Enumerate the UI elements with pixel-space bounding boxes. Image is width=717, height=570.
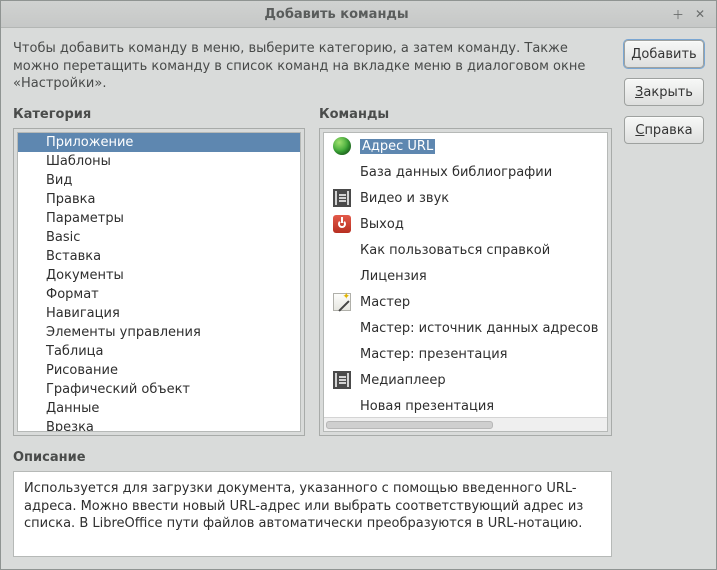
category-item-label: Графический объект (46, 382, 190, 397)
side-buttons: Добавить Закрыть Справка (624, 40, 704, 557)
commands-label: Команды (319, 107, 612, 122)
category-item-label: Basic (46, 230, 80, 245)
category-item-label: Вид (46, 173, 72, 188)
commands-list[interactable]: Адрес URL База данных библиографии Видео и… (323, 132, 608, 432)
lists-row: Категория Приложение Шаблоны Вид Правка Пара… (13, 107, 612, 436)
wand-icon (332, 292, 352, 312)
commands-column: Команды Адрес URL База данных библиографи… (319, 107, 612, 436)
category-item-label: Навигация (46, 306, 120, 321)
command-item-label: Новая презентация (360, 399, 494, 414)
add-button[interactable]: Добавить (624, 40, 704, 68)
category-item-label: Формат (46, 287, 99, 302)
category-item[interactable]: Рисование (18, 361, 300, 380)
add-button-label: Добавить (631, 47, 696, 62)
command-item[interactable]: Как пользоваться справкой (324, 237, 607, 263)
help-button[interactable]: Справка (624, 116, 704, 144)
category-item[interactable]: Формат (18, 285, 300, 304)
category-item[interactable]: Данные (18, 399, 300, 418)
description-text: Используется для загрузки документа, ука… (13, 471, 612, 557)
close-button-label: Закрыть (635, 85, 693, 100)
category-item-label: Данные (46, 401, 99, 416)
category-item[interactable]: Графический объект (18, 380, 300, 399)
category-item-label: Вставка (46, 249, 101, 264)
commands-frame: Адрес URL База данных библиографии Видео и… (319, 128, 612, 436)
category-item[interactable]: Правка (18, 190, 300, 209)
help-button-label: Справка (635, 123, 692, 138)
dialog-body: Чтобы добавить команду в меню, выберите … (1, 28, 716, 569)
command-item[interactable]: Мастер (324, 289, 607, 315)
command-item[interactable]: Видео и звук (324, 185, 607, 211)
blank-icon (332, 318, 352, 338)
command-item-label: Медиаплеер (360, 373, 446, 388)
category-item[interactable]: Элементы управления (18, 323, 300, 342)
category-item[interactable]: Таблица (18, 342, 300, 361)
category-item[interactable]: Basic (18, 228, 300, 247)
category-item-label: Рисование (46, 363, 118, 378)
category-item-label: Приложение (46, 135, 133, 150)
blank-icon (332, 162, 352, 182)
description-block: Описание Используется для загрузки докум… (13, 450, 612, 557)
category-column: Категория Приложение Шаблоны Вид Правка Пара… (13, 107, 305, 436)
command-item[interactable]: Мастер: источник данных адресов (324, 315, 607, 341)
category-item[interactable]: Шаблоны (18, 152, 300, 171)
command-item[interactable]: Мастер: презентация (324, 341, 607, 367)
category-item[interactable]: Приложение (18, 133, 300, 152)
media-icon (332, 188, 352, 208)
category-item-label: Элементы управления (46, 325, 201, 340)
command-item[interactable]: Новая презентация (324, 393, 607, 419)
main-column: Чтобы добавить команду в меню, выберите … (13, 40, 612, 557)
command-item[interactable]: База данных библиографии (324, 159, 607, 185)
dialog-window: Добавить команды ＋ ✕ Чтобы добавить кома… (0, 0, 717, 570)
category-item-label: Документы (46, 268, 124, 283)
media-icon (332, 370, 352, 390)
command-item[interactable]: Выход (324, 211, 607, 237)
command-item-label: Как пользоваться справкой (360, 243, 550, 258)
instructions-text: Чтобы добавить команду в меню, выберите … (13, 40, 612, 93)
category-item[interactable]: Параметры (18, 209, 300, 228)
description-label: Описание (13, 450, 612, 465)
command-item-label: Мастер (360, 295, 410, 310)
scrollbar-thumb[interactable] (326, 421, 493, 429)
category-label: Категория (13, 107, 305, 122)
command-item-label: Мастер: презентация (360, 347, 507, 362)
command-item[interactable]: Медиаплеер (324, 367, 607, 393)
command-item-label: Мастер: источник данных адресов (360, 321, 598, 336)
category-item-label: Правка (46, 192, 95, 207)
command-item-label: База данных библиографии (360, 165, 552, 180)
category-item[interactable]: Врезка (18, 418, 300, 432)
command-item[interactable]: Адрес URL (324, 133, 607, 159)
category-item-label: Врезка (46, 420, 94, 432)
globe-icon (332, 136, 352, 156)
commands-hscrollbar[interactable] (324, 417, 607, 431)
category-item[interactable]: Навигация (18, 304, 300, 323)
category-list[interactable]: Приложение Шаблоны Вид Правка Параметры Basic… (17, 132, 301, 432)
blank-icon (332, 396, 352, 416)
category-frame: Приложение Шаблоны Вид Правка Параметры Basic… (13, 128, 305, 436)
command-item-label: Лицензия (360, 269, 427, 284)
command-item-label: Адрес URL (360, 139, 435, 154)
command-item-label: Видео и звук (360, 191, 449, 206)
category-item[interactable]: Вставка (18, 247, 300, 266)
window-title: Добавить команды (9, 7, 664, 22)
category-item[interactable]: Документы (18, 266, 300, 285)
blank-icon (332, 266, 352, 286)
close-button[interactable]: Закрыть (624, 78, 704, 106)
power-icon (332, 214, 352, 234)
titlebar: Добавить команды ＋ ✕ (1, 1, 716, 28)
window-maximize-button[interactable]: ＋ (670, 6, 686, 22)
category-item[interactable]: Вид (18, 171, 300, 190)
command-item-label: Выход (360, 217, 404, 232)
command-item[interactable]: Лицензия (324, 263, 607, 289)
category-item-label: Параметры (46, 211, 124, 226)
category-item-label: Таблица (46, 344, 104, 359)
blank-icon (332, 240, 352, 260)
category-item-label: Шаблоны (46, 154, 111, 169)
blank-icon (332, 344, 352, 364)
window-close-button[interactable]: ✕ (692, 6, 708, 22)
